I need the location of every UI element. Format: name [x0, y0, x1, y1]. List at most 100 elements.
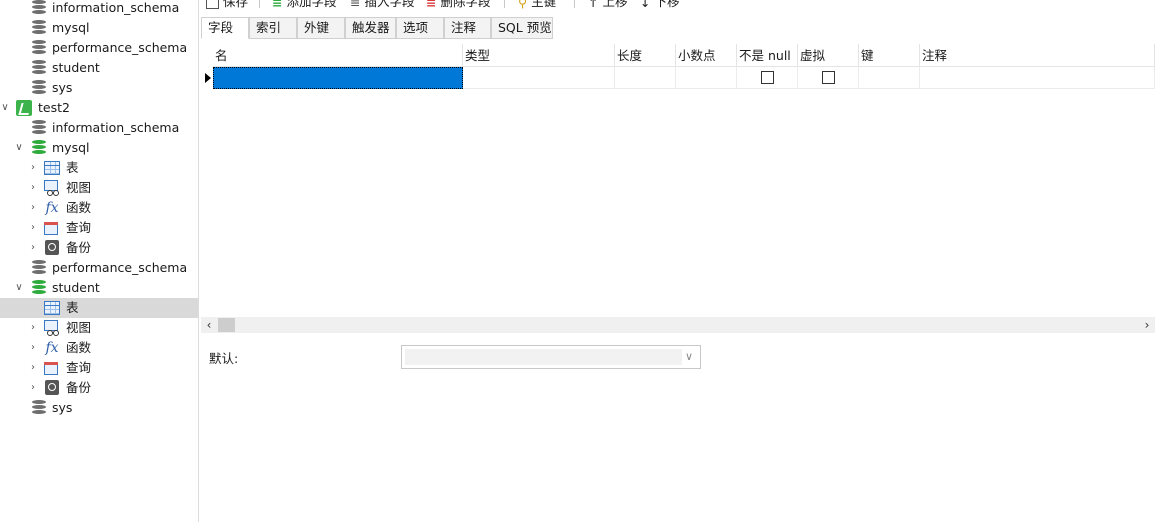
tree-item-tables[interactable]: › 表: [0, 158, 198, 178]
tree-item-test2-connection[interactable]: ∨ test2: [0, 98, 198, 118]
database-icon: [31, 140, 47, 156]
add-field-icon: ≡: [272, 0, 283, 10]
column-header-comment[interactable]: 注释: [920, 44, 1155, 67]
tree-item-label: 函数: [66, 200, 92, 215]
scroll-left-icon[interactable]: ‹: [201, 317, 217, 333]
tree-item-sys[interactable]: sys: [0, 78, 198, 98]
tree-item-information-schema[interactable]: information_schema: [0, 118, 198, 138]
database-icon: [31, 120, 47, 136]
query-icon: [44, 220, 60, 236]
column-header-type[interactable]: 类型: [463, 44, 615, 67]
field-name-cell[interactable]: [213, 67, 463, 89]
scroll-right-icon[interactable]: ›: [1139, 317, 1155, 333]
tree-item-label: information_schema: [52, 0, 180, 15]
column-header-length[interactable]: 长度: [615, 44, 676, 67]
tree-item-views[interactable]: › 视图: [0, 318, 198, 338]
chevron-right-icon[interactable]: ›: [28, 222, 38, 234]
default-value-select[interactable]: ∨: [401, 345, 701, 369]
tree-item-label: 视图: [66, 320, 92, 335]
tree-item-queries[interactable]: › 查询: [0, 218, 198, 238]
field-decimals-cell[interactable]: [676, 67, 737, 89]
tree-item-backups[interactable]: › 备份: [0, 378, 198, 398]
tree-item-label: test2: [38, 100, 70, 115]
database-icon: [31, 260, 47, 276]
field-length-cell[interactable]: [615, 67, 676, 89]
tree-item-label: mysql: [52, 20, 90, 35]
insert-field-button[interactable]: ≡ 插入字段: [350, 0, 415, 10]
chevron-right-icon[interactable]: ›: [28, 162, 38, 174]
tree-item-label: 表: [66, 160, 79, 175]
database-icon: [31, 280, 47, 296]
column-header-virtual[interactable]: 虚拟: [798, 44, 859, 67]
column-header-key[interactable]: 键: [859, 44, 920, 67]
tree-item-label: student: [52, 280, 100, 295]
tab-indexes[interactable]: 索引: [249, 17, 297, 39]
save-button[interactable]: 保存: [206, 0, 248, 10]
move-up-button[interactable]: ↑ 上移: [588, 0, 628, 10]
tree-item-label: performance_schema: [52, 40, 188, 55]
chevron-right-icon[interactable]: ›: [28, 382, 38, 394]
chevron-right-icon[interactable]: ›: [28, 202, 38, 214]
database-icon: [31, 60, 47, 76]
tree-item-label: 查询: [66, 220, 92, 235]
database-icon: [31, 400, 47, 416]
tree-item-views[interactable]: › 视图: [0, 178, 198, 198]
scrollbar-thumb[interactable]: [218, 318, 235, 332]
field-type-cell[interactable]: [463, 67, 615, 89]
tab-options[interactable]: 选项: [396, 17, 444, 39]
chevron-right-icon[interactable]: ›: [28, 362, 38, 374]
tab-triggers[interactable]: 触发器: [345, 17, 396, 39]
chevron-down-icon[interactable]: ∨: [682, 349, 696, 365]
tree-item-backups[interactable]: › 备份: [0, 238, 198, 258]
column-header-decimals[interactable]: 小数点: [676, 44, 737, 67]
default-value-input[interactable]: [405, 349, 682, 365]
tree-item-label: sys: [52, 400, 73, 415]
field-comment-cell[interactable]: [920, 67, 1155, 89]
tree-item-tables-selected[interactable]: 表: [0, 298, 198, 318]
tab-sql-preview[interactable]: SQL 预览: [491, 17, 553, 39]
tree-item-functions[interactable]: › fx 函数: [0, 198, 198, 218]
toolbar-separator: [574, 0, 575, 8]
move-down-button[interactable]: ↓ 下移: [640, 0, 680, 10]
tree-item-information-schema[interactable]: information_schema: [0, 0, 198, 18]
chevron-right-icon[interactable]: ›: [28, 342, 38, 354]
tree-item-sys[interactable]: sys: [0, 398, 198, 418]
tree-item-label: 视图: [66, 180, 92, 195]
horizontal-scrollbar[interactable]: ‹ ›: [201, 317, 1155, 333]
tree-item-label: information_schema: [52, 120, 180, 135]
delete-field-button[interactable]: ≡ 删除字段: [426, 0, 491, 10]
tree-item-student[interactable]: ∨ student: [0, 278, 198, 298]
chevron-right-icon[interactable]: ›: [28, 242, 38, 254]
chevron-down-icon[interactable]: ∨: [14, 142, 24, 154]
tree-item-performance-schema[interactable]: performance_schema: [0, 258, 198, 278]
tree-item-mysql[interactable]: ∨ mysql: [0, 138, 198, 158]
chevron-down-icon[interactable]: ∨: [14, 282, 24, 294]
navigation-tree: information_schema mysql performance_sch…: [0, 0, 199, 522]
virtual-checkbox[interactable]: [822, 71, 835, 84]
database-icon: [31, 0, 47, 16]
tree-item-student[interactable]: student: [0, 58, 198, 78]
column-header-name[interactable]: 名: [213, 44, 463, 67]
not-null-checkbox[interactable]: [761, 71, 774, 84]
field-key-cell[interactable]: [859, 67, 920, 89]
tab-foreign-keys[interactable]: 外键: [297, 17, 345, 39]
tab-comment[interactable]: 注释: [444, 17, 491, 39]
tree-item-mysql[interactable]: mysql: [0, 18, 198, 38]
chevron-right-icon[interactable]: ›: [28, 182, 38, 194]
chevron-down-icon[interactable]: ∨: [0, 102, 10, 114]
arrow-down-icon: ↓: [640, 0, 651, 10]
tree-item-functions[interactable]: › fx 函数: [0, 338, 198, 358]
arrow-up-icon: ↑: [588, 0, 599, 10]
database-icon: [31, 20, 47, 36]
chevron-right-icon[interactable]: ›: [28, 322, 38, 334]
tab-fields[interactable]: 字段: [201, 17, 249, 39]
query-icon: [44, 360, 60, 376]
tree-item-queries[interactable]: › 查询: [0, 358, 198, 378]
add-field-button[interactable]: ≡ 添加字段: [272, 0, 337, 10]
tree-item-performance-schema[interactable]: performance_schema: [0, 38, 198, 58]
toolbar-separator: [504, 0, 505, 8]
column-header-not-null[interactable]: 不是 null: [737, 44, 798, 67]
tree-item-label: 查询: [66, 360, 92, 375]
tree-item-label: 函数: [66, 340, 92, 355]
primary-key-button[interactable]: ⚲ 主键: [518, 0, 556, 10]
